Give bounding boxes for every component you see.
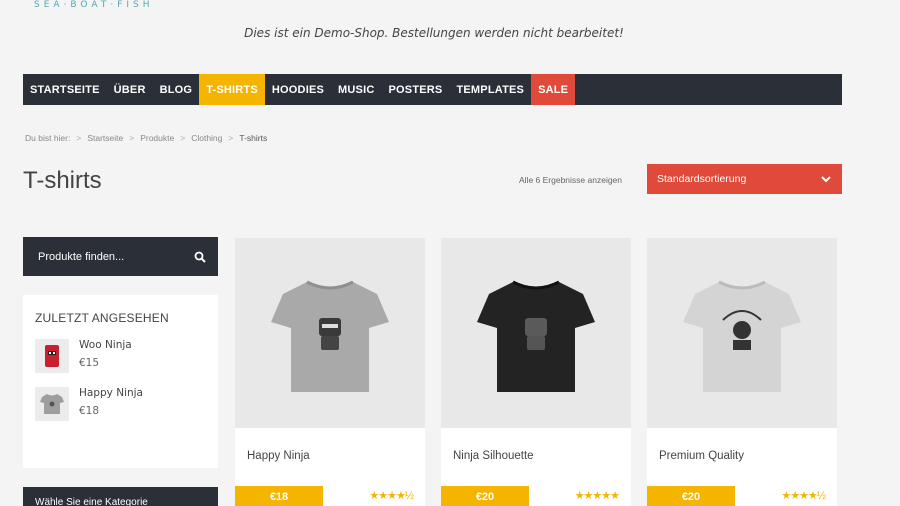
product-name[interactable]: Ninja Silhouette bbox=[453, 450, 534, 462]
nav-item-sale[interactable]: SALE bbox=[531, 74, 576, 105]
product-card[interactable]: Happy Ninja €18 ★★★★½ bbox=[235, 238, 425, 506]
product-search-input[interactable]: Produkte finden... bbox=[23, 237, 218, 276]
breadcrumb-prefix: Du bist hier: bbox=[25, 133, 71, 143]
star-rating: ★★★★½ bbox=[781, 490, 826, 502]
demo-store-notice: Dies ist ein Demo-Shop. Bestellungen wer… bbox=[244, 26, 624, 40]
t-shirt-icon bbox=[271, 280, 389, 392]
main-navigation: STARTSEITE ÜBER BLOG T-SHIRTS HOODIES MU… bbox=[23, 74, 842, 105]
chevron-right-icon: > bbox=[76, 133, 82, 143]
product-name[interactable]: Premium Quality bbox=[659, 450, 744, 462]
breadcrumb-link-produkte[interactable]: Produkte bbox=[140, 133, 174, 143]
chevron-right-icon: > bbox=[129, 133, 135, 143]
product-card[interactable]: Premium Quality €20 ★★★★½ bbox=[647, 238, 837, 506]
nav-item-startseite[interactable]: STARTSEITE bbox=[23, 74, 107, 105]
breadcrumb: Du bist hier: > Startseite > Produkte > … bbox=[25, 133, 267, 143]
t-shirt-icon bbox=[683, 280, 801, 392]
product-card[interactable]: Ninja Silhouette €20 ★★★★★ bbox=[441, 238, 631, 506]
product-price: €18 bbox=[235, 486, 323, 506]
chevron-right-icon: > bbox=[228, 133, 234, 143]
product-thumbnail[interactable] bbox=[35, 339, 69, 373]
star-rating: ★★★★★ bbox=[574, 490, 620, 502]
recent-item-name[interactable]: Happy Ninja bbox=[79, 387, 143, 399]
product-image[interactable] bbox=[441, 238, 631, 428]
star-rating: ★★★★½ bbox=[369, 490, 414, 502]
product-image[interactable] bbox=[235, 238, 425, 428]
sort-selected-label: Standardsortierung bbox=[657, 173, 747, 185]
recently-viewed-widget: ZULETZT ANGESEHEN Woo Ninja €15 Happy Ni… bbox=[23, 295, 218, 468]
chevron-down-icon bbox=[821, 176, 831, 183]
product-name[interactable]: Happy Ninja bbox=[247, 450, 310, 462]
nav-item-posters[interactable]: POSTERS bbox=[382, 74, 450, 105]
result-count: Alle 6 Ergebnisse anzeigen bbox=[519, 175, 623, 185]
breadcrumb-link-startseite[interactable]: Startseite bbox=[87, 133, 123, 143]
t-shirt-icon bbox=[477, 280, 595, 392]
sort-dropdown[interactable]: Standardsortierung bbox=[647, 164, 842, 194]
chevron-right-icon: > bbox=[180, 133, 186, 143]
nav-item-hoodies[interactable]: HOODIES bbox=[265, 74, 331, 105]
page-title: T-shirts bbox=[23, 167, 102, 194]
product-categories-widget[interactable]: Wähle Sie eine Kategorie bbox=[23, 487, 218, 506]
product-price: €20 bbox=[647, 486, 735, 506]
product-thumbnail[interactable] bbox=[35, 387, 69, 421]
site-logo[interactable]: SEA·BOAT·FISH bbox=[34, 0, 154, 10]
nav-item-music[interactable]: MUSIC bbox=[331, 74, 381, 105]
breadcrumb-link-clothing[interactable]: Clothing bbox=[191, 133, 222, 143]
search-placeholder: Produkte finden... bbox=[38, 250, 125, 263]
breadcrumb-current: T-shirts bbox=[239, 133, 268, 143]
search-icon[interactable] bbox=[194, 251, 206, 263]
t-shirt-icon bbox=[40, 394, 64, 414]
nav-item-t-shirts[interactable]: T-SHIRTS bbox=[199, 74, 265, 105]
recent-item-name[interactable]: Woo Ninja bbox=[79, 339, 132, 351]
categories-widget-title: Wähle Sie eine Kategorie bbox=[35, 497, 148, 506]
recent-item-price: €18 bbox=[79, 405, 100, 417]
recent-item[interactable]: Woo Ninja €15 bbox=[35, 339, 206, 373]
nav-item-templates[interactable]: TEMPLATES bbox=[449, 74, 531, 105]
nav-item-ueber[interactable]: ÜBER bbox=[107, 74, 153, 105]
recently-viewed-title: ZULETZT ANGESEHEN bbox=[35, 311, 169, 325]
product-image[interactable] bbox=[647, 238, 837, 428]
nav-item-blog[interactable]: BLOG bbox=[153, 74, 200, 105]
recent-item[interactable]: Happy Ninja €18 bbox=[35, 387, 206, 421]
woo-ninja-thumbnail-icon bbox=[45, 345, 59, 367]
recent-item-price: €15 bbox=[79, 357, 100, 369]
product-price: €20 bbox=[441, 486, 529, 506]
